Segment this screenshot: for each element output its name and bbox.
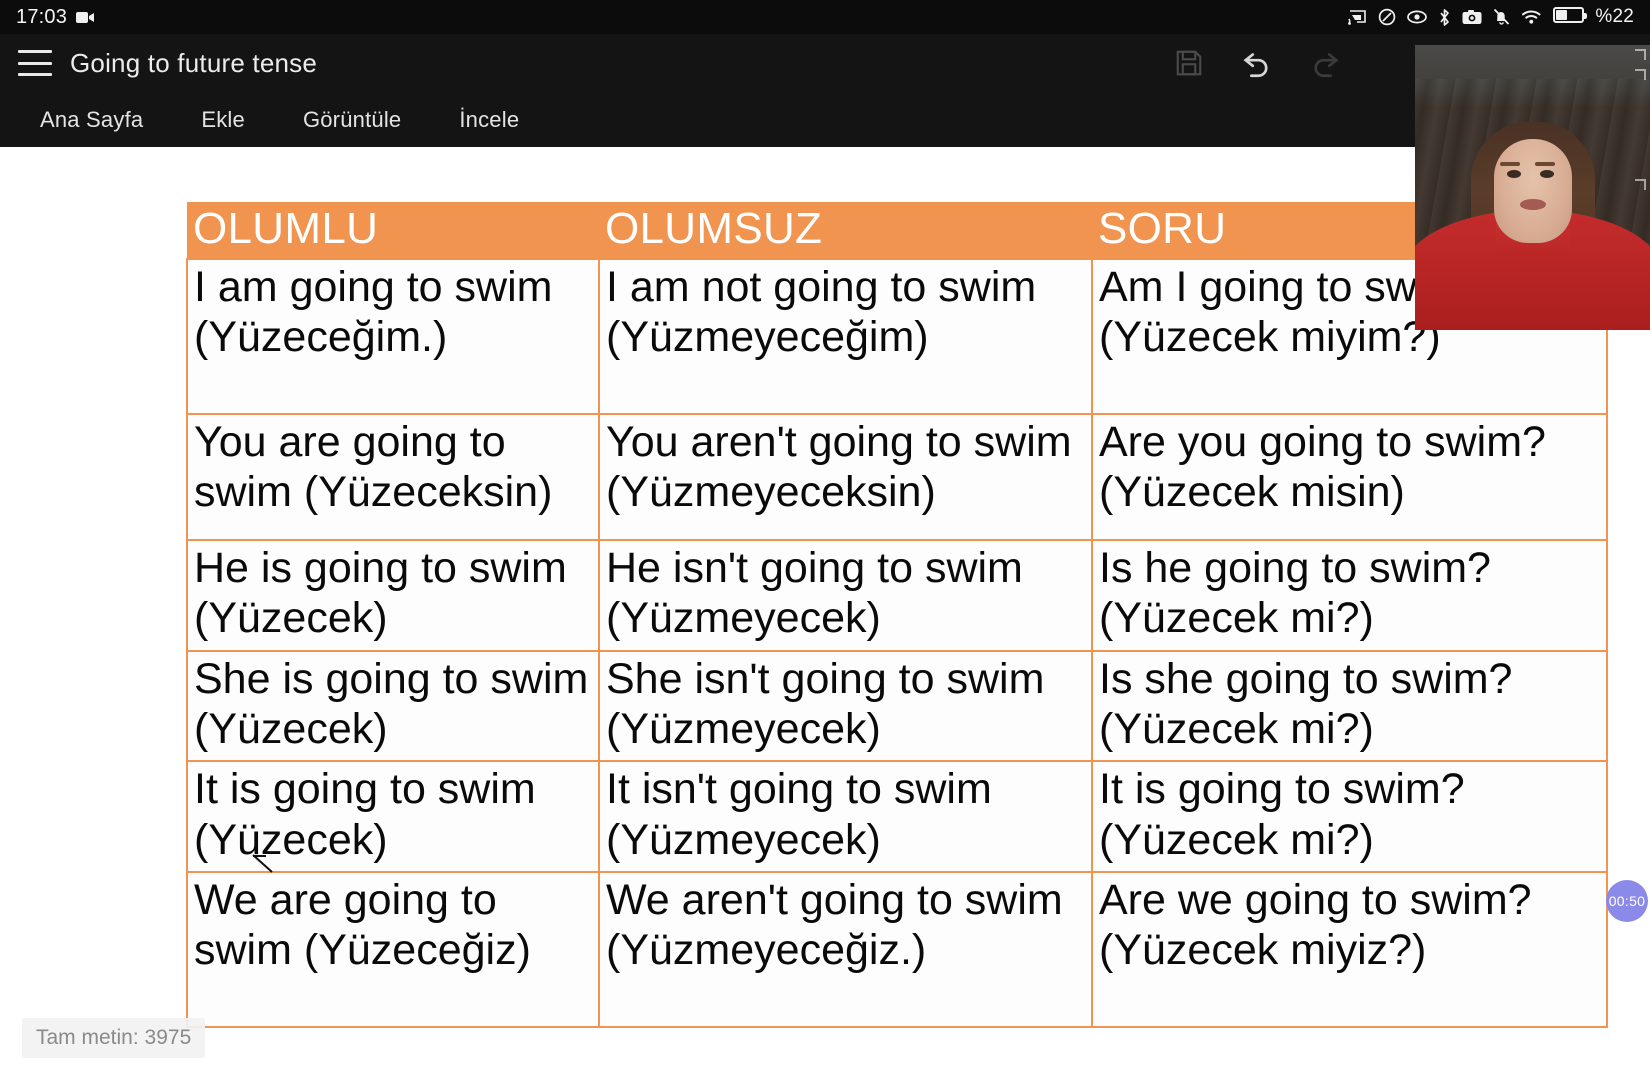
resize-handle-right-middle[interactable] [1635,178,1646,190]
cell-olumsuz[interactable]: It isn't going to swim (Yüzmeyecek) [598,761,1093,873]
cell-olumsuz[interactable]: He isn't going to swim (Yüzmeyecek) [598,540,1093,652]
battery-percent-label: %22 [1595,6,1634,27]
dnd-icon [1378,8,1396,26]
cell-olumsuz[interactable]: We aren't going to swim (Yüzmeyeceğiz.) [598,871,1093,1028]
table-row[interactable]: You are going to swim (Yüzeceksin) You a… [186,414,1608,542]
notification-muted-icon [1493,8,1510,26]
status-bar: 17:03 %22 [0,0,1650,34]
table-row[interactable]: She is going to swim (Yüzecek) She isn't… [186,650,1608,763]
cell-soru[interactable]: It is going to swim? (Yüzecek mi?) [1091,761,1608,873]
app-bar: Going to future tense [0,34,1650,92]
cell-soru[interactable]: Is he going to swim? (Yüzecek mi?) [1091,540,1608,652]
table-header-row: OLUMLU OLUMSUZ SORU [187,202,1607,260]
table-row[interactable]: I am going to swim (Yüzeceğim.) I am not… [186,258,1608,416]
table-row[interactable]: He is going to swim (Yüzecek) He isn't g… [186,540,1608,652]
eye-icon [1407,10,1428,24]
wifi-icon [1521,9,1542,25]
cell-olumlu[interactable]: You are going to swim (Yüzeceksin) [186,414,600,542]
table-row[interactable]: It is going to swim (Yüzecek) It isn't g… [186,761,1608,873]
grammar-table-container: OLUMLU OLUMSUZ SORU I am going to swim (… [186,202,1608,1028]
cell-soru[interactable]: Are you going to swim? (Yüzecek misin) [1091,414,1608,542]
ribbon-tabs: Ana Sayfa Ekle Görüntüle İncele [0,92,1650,147]
tab-goruntule[interactable]: Görüntüle [285,103,419,137]
resize-handle-right-upper[interactable] [1635,69,1646,80]
word-count-status: Tam metin: 3975 [22,1018,206,1058]
undo-icon[interactable] [1240,46,1274,80]
app-root: 17:03 %22 Going to future tense Ana Sayf… [0,0,1650,1080]
cell-soru[interactable]: Are we going to swim? (Yüzecek miyiz?) [1091,871,1608,1028]
cell-olumsuz[interactable]: She isn't going to swim (Yüzmeyecek) [598,650,1093,763]
presenter-mouth [1519,198,1546,210]
table-row[interactable]: We are going to swim (Yüzeceğiz) We aren… [186,871,1608,1028]
status-clock: 17:03 [16,5,68,28]
status-bar-right: %22 [1348,6,1634,28]
presenter-brow-right [1534,161,1555,166]
camera-icon [1462,9,1482,25]
cell-olumlu[interactable]: She is going to swim (Yüzecek) [186,650,600,763]
cell-olumsuz[interactable]: You aren't going to swim (Yüzmeyeceksin) [598,414,1093,542]
grammar-table: OLUMLU OLUMSUZ SORU I am going to swim (… [186,202,1608,1028]
cell-olumlu[interactable]: We are going to swim (Yüzeceğiz) [186,871,600,1028]
cell-olumlu[interactable]: It is going to swim (Yüzecek) [186,761,600,873]
recording-timer-badge[interactable]: 00:50 [1606,880,1648,922]
redo-icon[interactable] [1308,46,1342,80]
status-bar-left: 17:03 [16,5,95,29]
bluetooth-icon [1438,8,1451,27]
cell-olumsuz[interactable]: I am not going to swim (Yüzmeyeceğim) [598,258,1093,416]
column-header-olumsuz: OLUMSUZ [599,202,1092,260]
cell-olumlu[interactable]: I am going to swim (Yüzeceğim.) [186,258,600,416]
resize-handle-top-right[interactable] [1635,49,1646,60]
cell-olumlu[interactable]: He is going to swim (Yüzecek) [186,540,600,652]
presenter-face [1493,139,1572,244]
tab-ekle[interactable]: Ekle [183,103,263,137]
column-header-olumlu: OLUMLU [187,202,599,260]
document-canvas[interactable]: OLUMLU OLUMSUZ SORU I am going to swim (… [0,147,1650,1080]
webcam-preview[interactable] [1415,45,1650,330]
battery-icon [1553,7,1588,27]
cell-soru[interactable]: Is she going to swim? (Yüzecek mi?) [1091,650,1608,763]
video-camera-icon [76,11,95,24]
page-title: Going to future tense [70,47,318,78]
tab-incele[interactable]: İncele [441,103,537,137]
presenter-brow-left [1499,161,1520,166]
save-icon[interactable] [1172,46,1206,80]
cast-icon [1348,9,1367,26]
hamburger-menu-icon[interactable] [18,50,52,76]
tab-ana-sayfa[interactable]: Ana Sayfa [22,103,161,137]
